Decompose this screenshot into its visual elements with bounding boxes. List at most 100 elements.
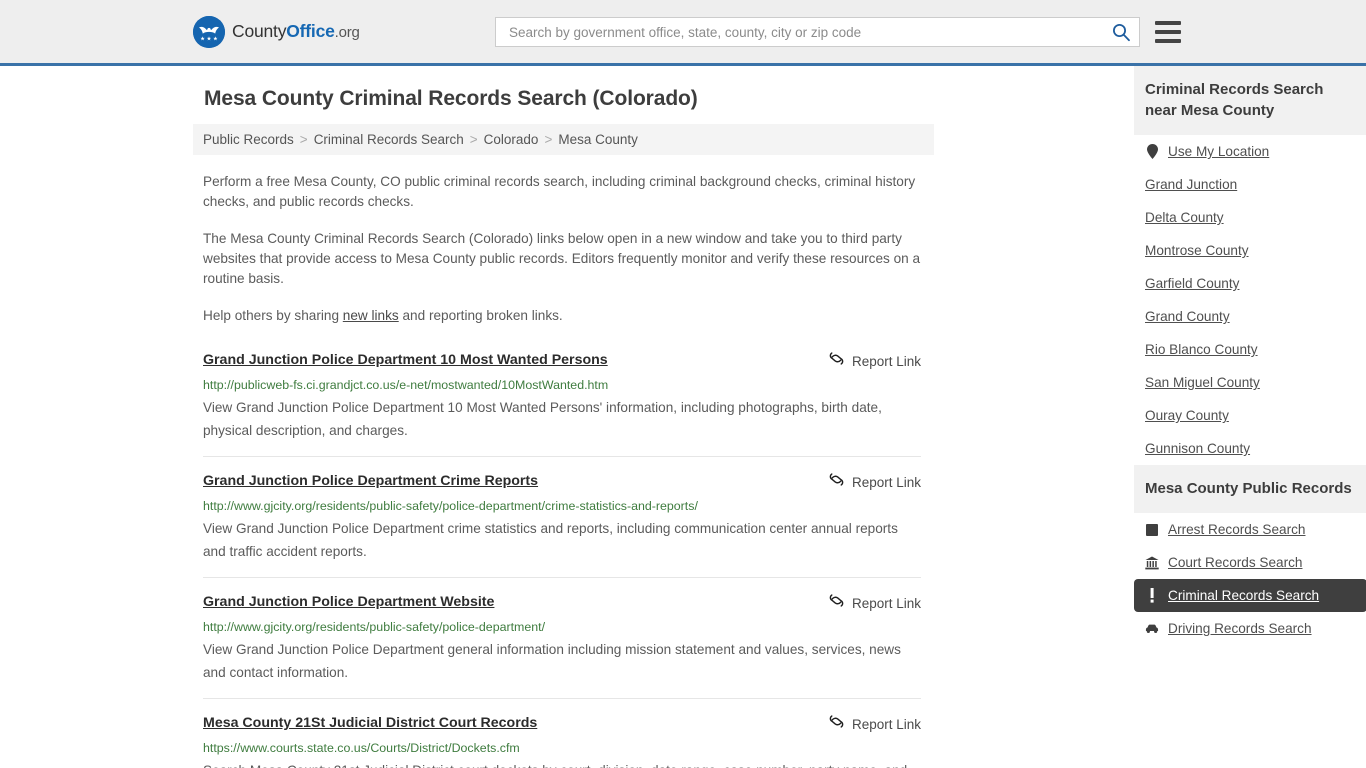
sidebar-heading-public-records: Mesa County Public Records: [1134, 465, 1366, 513]
sidebar-link-delta-county[interactable]: Delta County: [1145, 210, 1224, 225]
report-link-label: Report Link: [851, 353, 921, 369]
help-text-after: and reporting broken links.: [398, 308, 563, 323]
breadcrumb-item-colorado[interactable]: Colorado: [484, 132, 539, 147]
page-body: Mesa County Criminal Records Search (Col…: [193, 66, 1366, 768]
help-text-before: Help others by sharing: [203, 308, 343, 323]
sidebar-heading-nearby: Criminal Records Search near Mesa County: [1134, 66, 1366, 135]
breadcrumb-item-public-records[interactable]: Public Records: [203, 132, 294, 147]
broken-link-icon: [828, 592, 845, 614]
broken-link-icon: [828, 713, 845, 735]
report-link-button[interactable]: Report Link: [828, 471, 921, 493]
sidebar-link-san-miguel-county[interactable]: San Miguel County: [1145, 375, 1260, 390]
sidebar-link-criminal-records-search[interactable]: Criminal Records Search: [1168, 588, 1319, 603]
sidebar-link-montrose-county[interactable]: Montrose County: [1145, 243, 1249, 258]
report-link-label: Report Link: [851, 595, 921, 611]
result-description: View Grand Junction Police Department cr…: [203, 521, 898, 559]
sidebar-item-grand-county[interactable]: Grand County: [1134, 300, 1366, 333]
logo-wordmark: CountyOffice.org: [232, 21, 360, 42]
main-content-column: Mesa County Criminal Records Search (Col…: [193, 66, 934, 768]
breadcrumb-separator: >: [469, 132, 478, 147]
broken-link-icon: [828, 471, 845, 493]
result-url[interactable]: http://www.gjcity.org/residents/public-s…: [203, 499, 921, 514]
sidebar-item-rio-blanco-county[interactable]: Rio Blanco County: [1134, 333, 1366, 366]
site-logo[interactable]: CountyOffice.org: [193, 15, 360, 48]
result-item: Grand Junction Police Department Crime R…: [203, 457, 921, 578]
result-header: Grand Junction Police Department Website…: [203, 593, 921, 614]
sidebar-link-grand-junction[interactable]: Grand Junction: [1145, 177, 1237, 192]
intro-section: Perform a free Mesa County, CO public cr…: [193, 172, 934, 326]
logo-text-org: .org: [334, 24, 360, 41]
fingerprint-square-icon: [1145, 522, 1159, 537]
new-links-link[interactable]: new links: [343, 308, 399, 323]
result-url[interactable]: http://publicweb-fs.ci.grandjct.co.us/e-…: [203, 378, 921, 393]
breadcrumb: Public Records > Criminal Records Search…: [193, 124, 934, 155]
result-description: View Grand Junction Police Department ge…: [203, 642, 901, 680]
sidebar-item-san-miguel-county[interactable]: San Miguel County: [1134, 366, 1366, 399]
report-link-button[interactable]: Report Link: [828, 350, 921, 372]
breadcrumb-separator: >: [299, 132, 308, 147]
report-link-button[interactable]: Report Link: [828, 592, 921, 614]
sidebar-item-garfield-county[interactable]: Garfield County: [1134, 267, 1366, 300]
search-icon[interactable]: [1111, 22, 1131, 42]
sidebar-link-driving-records-search[interactable]: Driving Records Search: [1168, 621, 1312, 636]
result-item: Grand Junction Police Department 10 Most…: [203, 348, 921, 457]
result-header: Mesa County 21St Judicial District Court…: [203, 714, 921, 735]
sidebar-public-records-list: Arrest Records Search Court Records Sear…: [1134, 513, 1366, 645]
result-item: Grand Junction Police Department Website…: [203, 578, 921, 699]
exclamation-icon: [1145, 588, 1159, 603]
result-url[interactable]: https://www.courts.state.co.us/Courts/Di…: [203, 741, 921, 756]
courthouse-icon: [1145, 555, 1159, 570]
sidebar-item-delta-county[interactable]: Delta County: [1134, 201, 1366, 234]
broken-link-icon: [828, 350, 845, 372]
sidebar-item-ouray-county[interactable]: Ouray County: [1134, 399, 1366, 432]
sidebar-link-ouray-county[interactable]: Ouray County: [1145, 408, 1229, 423]
sidebar-card-nearby: Criminal Records Search near Mesa County…: [1134, 66, 1366, 465]
intro-paragraph-1: Perform a free Mesa County, CO public cr…: [203, 174, 916, 209]
sidebar-item-montrose-county[interactable]: Montrose County: [1134, 234, 1366, 267]
result-url[interactable]: http://www.gjcity.org/residents/public-s…: [203, 620, 921, 635]
breadcrumb-item-criminal-records-search[interactable]: Criminal Records Search: [314, 132, 464, 147]
search-input[interactable]: [507, 23, 1111, 41]
sidebar-link-use-my-location[interactable]: Use My Location: [1168, 144, 1269, 159]
page-title: Mesa County Criminal Records Search (Col…: [204, 87, 698, 110]
sidebar-item-grand-junction[interactable]: Grand Junction: [1134, 168, 1366, 201]
logo-text-office: Office: [286, 21, 335, 41]
result-item: Mesa County 21St Judicial District Court…: [203, 699, 921, 768]
sidebar-nearby-list: Use My Location Grand Junction Delta Cou…: [1134, 135, 1366, 465]
logo-text-county: County: [232, 21, 287, 41]
hamburger-menu-icon[interactable]: [1155, 21, 1181, 43]
sidebar-link-grand-county[interactable]: Grand County: [1145, 309, 1230, 324]
sidebar-link-garfield-county[interactable]: Garfield County: [1145, 276, 1239, 291]
result-header: Grand Junction Police Department Crime R…: [203, 472, 921, 493]
result-title-link[interactable]: Grand Junction Police Department Website: [203, 593, 494, 611]
results-list: Grand Junction Police Department 10 Most…: [193, 348, 934, 768]
intro-paragraph-2: The Mesa County Criminal Records Search …: [203, 231, 921, 286]
header-search-zone: [495, 17, 1181, 47]
car-icon: [1145, 621, 1159, 636]
result-title-link[interactable]: Grand Junction Police Department Crime R…: [203, 472, 538, 490]
result-description: View Grand Junction Police Department 10…: [203, 400, 882, 438]
search-box[interactable]: [495, 17, 1140, 47]
sidebar-link-court-records-search[interactable]: Court Records Search: [1168, 555, 1302, 570]
report-link-label: Report Link: [851, 716, 921, 732]
sidebar-card-public-records: Mesa County Public Records Arrest Record…: [1134, 465, 1366, 645]
result-title-link[interactable]: Mesa County 21St Judicial District Court…: [203, 714, 537, 732]
sidebar-link-rio-blanco-county[interactable]: Rio Blanco County: [1145, 342, 1258, 357]
sidebar-item-use-my-location[interactable]: Use My Location: [1134, 135, 1366, 168]
result-description: Search Mesa County 21st Judicial Distric…: [203, 759, 921, 768]
breadcrumb-separator: >: [544, 132, 553, 147]
sidebar-item-gunnison-county[interactable]: Gunnison County: [1134, 432, 1366, 465]
sidebar-link-arrest-records-search[interactable]: Arrest Records Search: [1168, 522, 1306, 537]
sidebar-item-driving-records-search[interactable]: Driving Records Search: [1134, 612, 1366, 645]
site-header: CountyOffice.org: [0, 0, 1366, 66]
sidebar: Criminal Records Search near Mesa County…: [1134, 66, 1366, 768]
sidebar-item-criminal-records-search[interactable]: Criminal Records Search: [1134, 579, 1366, 612]
sidebar-item-arrest-records-search[interactable]: Arrest Records Search: [1134, 513, 1366, 546]
result-title-link[interactable]: Grand Junction Police Department 10 Most…: [203, 351, 608, 369]
sidebar-link-gunnison-county[interactable]: Gunnison County: [1145, 441, 1250, 456]
sidebar-item-court-records-search[interactable]: Court Records Search: [1134, 546, 1366, 579]
report-link-button[interactable]: Report Link: [828, 713, 921, 735]
report-link-label: Report Link: [851, 474, 921, 490]
breadcrumb-item-mesa-county: Mesa County: [558, 132, 638, 147]
result-header: Grand Junction Police Department 10 Most…: [203, 351, 921, 372]
